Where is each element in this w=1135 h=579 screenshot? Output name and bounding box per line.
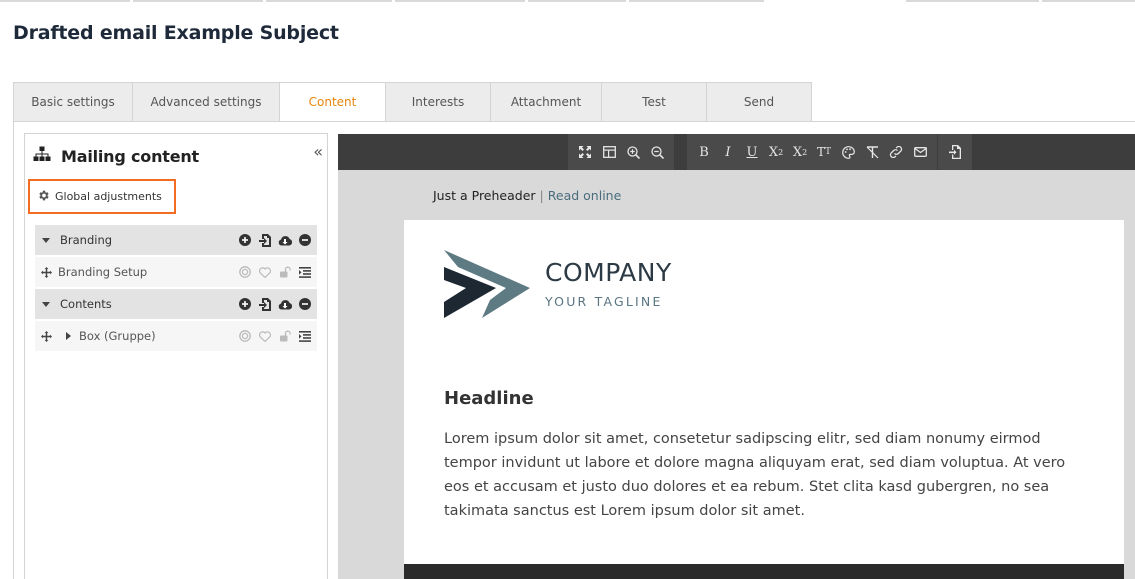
preheader-line: Just a Preheader | Read online xyxy=(433,188,621,203)
font-size-icon[interactable]: TT xyxy=(813,140,835,164)
top-tab-strip xyxy=(0,0,1135,2)
heart-icon[interactable] xyxy=(258,329,272,343)
email-body-text: Lorem ipsum dolor sit amet, consetetur s… xyxy=(444,431,1066,519)
move-icon[interactable] xyxy=(41,266,52,278)
global-adjustments-label: Global adjustments xyxy=(55,190,162,203)
tree-item-box-gruppe[interactable]: Box (Gruppe) xyxy=(35,321,317,351)
toolbar-group-view xyxy=(568,134,674,170)
panel-header: Mailing content xyxy=(33,146,199,166)
add-circle-icon[interactable] xyxy=(238,297,252,311)
double-chevron-left-icon[interactable]: « xyxy=(313,142,323,161)
tab-interests[interactable]: Interests xyxy=(386,82,491,122)
tree-label: Box (Gruppe) xyxy=(79,329,156,343)
tab-bar: Basic settings Advanced settings Content… xyxy=(13,82,812,122)
company-tagline: YOUR TAGLINE xyxy=(545,294,663,309)
color-palette-icon[interactable] xyxy=(837,140,859,164)
remove-circle-icon[interactable] xyxy=(298,233,312,247)
heart-icon[interactable] xyxy=(258,265,272,279)
cloud-download-icon[interactable] xyxy=(278,297,292,311)
underline-icon[interactable]: U xyxy=(741,140,763,164)
email-headline: Headline xyxy=(444,388,534,409)
cloud-download-icon[interactable] xyxy=(278,233,292,247)
import-file-icon[interactable] xyxy=(258,233,272,247)
link-icon[interactable] xyxy=(885,140,907,164)
zoom-in-icon[interactable] xyxy=(622,140,644,164)
clear-format-icon[interactable] xyxy=(861,140,883,164)
unlock-icon[interactable] xyxy=(278,265,292,279)
page-title: Drafted email Example Subject xyxy=(13,22,339,44)
panel-title: Mailing content xyxy=(61,146,199,166)
maximize-icon[interactable] xyxy=(574,140,596,164)
email-footer-bar xyxy=(404,564,1124,579)
caret-down-icon[interactable] xyxy=(42,237,50,243)
tab-advanced-settings[interactable]: Advanced settings xyxy=(133,82,280,122)
mailing-content-panel: Mailing content « Global adjustments Bra… xyxy=(24,133,328,579)
global-adjustments-button[interactable]: Global adjustments xyxy=(28,179,176,214)
email-body[interactable]: COMPANY YOUR TAGLINE Headline Lorem ipsu… xyxy=(404,220,1124,579)
gear-icon xyxy=(37,189,50,205)
read-online-link[interactable]: Read online xyxy=(548,188,622,203)
tab-attachment[interactable]: Attachment xyxy=(491,82,602,122)
indent-list-icon[interactable] xyxy=(298,329,312,343)
email-editor: B I U X2 X2 TT Just a Preheader | Read onl… xyxy=(338,134,1135,579)
target-icon[interactable] xyxy=(238,265,252,279)
toolbar-group-format: B I U X2 X2 TT xyxy=(687,134,937,170)
tree-label: Contents xyxy=(60,297,112,311)
subscript-icon[interactable]: X2 xyxy=(789,140,811,164)
preheader-text: Just a Preheader xyxy=(433,188,536,203)
toolbar-group-import xyxy=(938,134,972,170)
remove-circle-icon[interactable] xyxy=(298,297,312,311)
move-icon[interactable] xyxy=(41,330,52,342)
content-tree: Branding Branding Setup Contents Box (Gr… xyxy=(35,225,317,353)
tree-group-branding[interactable]: Branding xyxy=(35,225,317,255)
layout-icon[interactable] xyxy=(598,140,620,164)
caret-down-icon[interactable] xyxy=(42,301,50,307)
zoom-out-icon[interactable] xyxy=(646,140,668,164)
company-logo-icon xyxy=(444,250,530,322)
tab-content[interactable]: Content xyxy=(280,82,386,122)
superscript-icon[interactable]: X2 xyxy=(765,140,787,164)
tree-group-contents[interactable]: Contents xyxy=(35,289,317,319)
tab-basic-settings[interactable]: Basic settings xyxy=(13,82,133,122)
tab-send[interactable]: Send xyxy=(707,82,812,122)
import-icon[interactable] xyxy=(944,140,966,164)
target-icon[interactable] xyxy=(238,329,252,343)
indent-list-icon[interactable] xyxy=(298,265,312,279)
sitemap-icon xyxy=(33,146,51,166)
bold-icon[interactable]: B xyxy=(693,140,715,164)
italic-icon[interactable]: I xyxy=(717,140,739,164)
add-circle-icon[interactable] xyxy=(238,233,252,247)
unlock-icon[interactable] xyxy=(278,329,292,343)
tree-label: Branding Setup xyxy=(58,265,148,279)
tree-label: Branding xyxy=(60,233,113,247)
editor-toolbar: B I U X2 X2 TT xyxy=(338,134,1135,170)
tab-test[interactable]: Test xyxy=(602,82,707,122)
import-file-icon[interactable] xyxy=(258,297,272,311)
email-icon[interactable] xyxy=(909,140,931,164)
company-name: COMPANY xyxy=(545,258,672,287)
tree-item-branding-setup[interactable]: Branding Setup xyxy=(35,257,317,287)
caret-right-icon[interactable] xyxy=(66,332,71,340)
preheader-separator: | xyxy=(539,188,544,203)
